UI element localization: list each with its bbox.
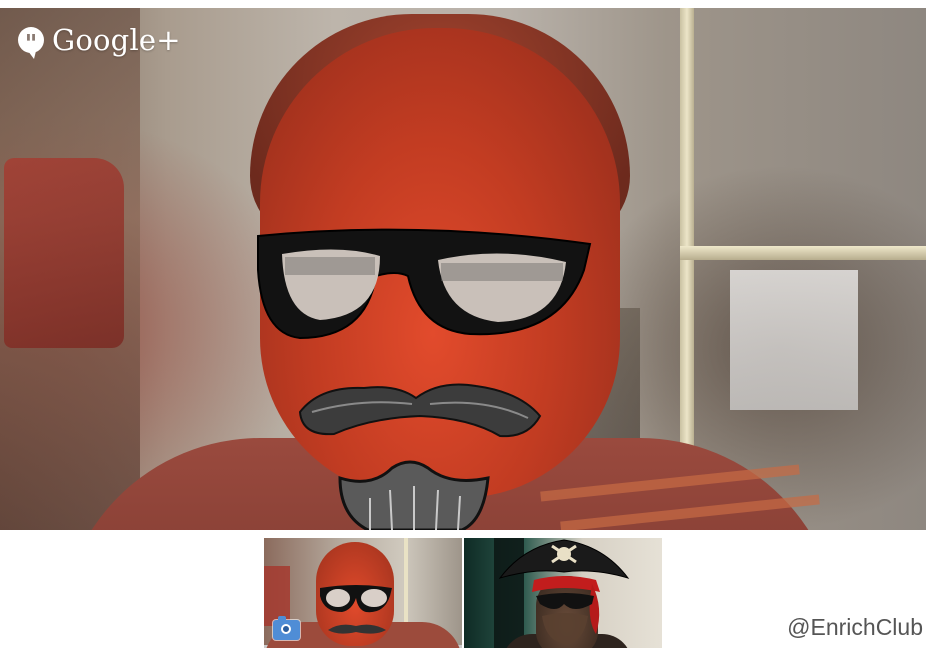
beard-effect	[338, 460, 490, 530]
brand-name: Google+	[52, 23, 181, 57]
watermark: @EnrichClub	[787, 614, 923, 640]
participant-thumb-self[interactable]	[264, 538, 462, 648]
google-plus-logo: " Google+	[18, 20, 181, 60]
participant-thumb-pirate[interactable]	[464, 538, 662, 648]
glasses-effect	[257, 228, 592, 340]
camera-icon[interactable]	[273, 616, 300, 640]
main-video-feed[interactable]	[0, 8, 926, 530]
mustache-effect	[298, 383, 542, 438]
hangouts-quote-icon: "	[18, 27, 44, 59]
participant-filmstrip	[264, 538, 662, 648]
face-effects-overlay	[257, 228, 592, 530]
pirate-hat-effect	[498, 539, 630, 644]
